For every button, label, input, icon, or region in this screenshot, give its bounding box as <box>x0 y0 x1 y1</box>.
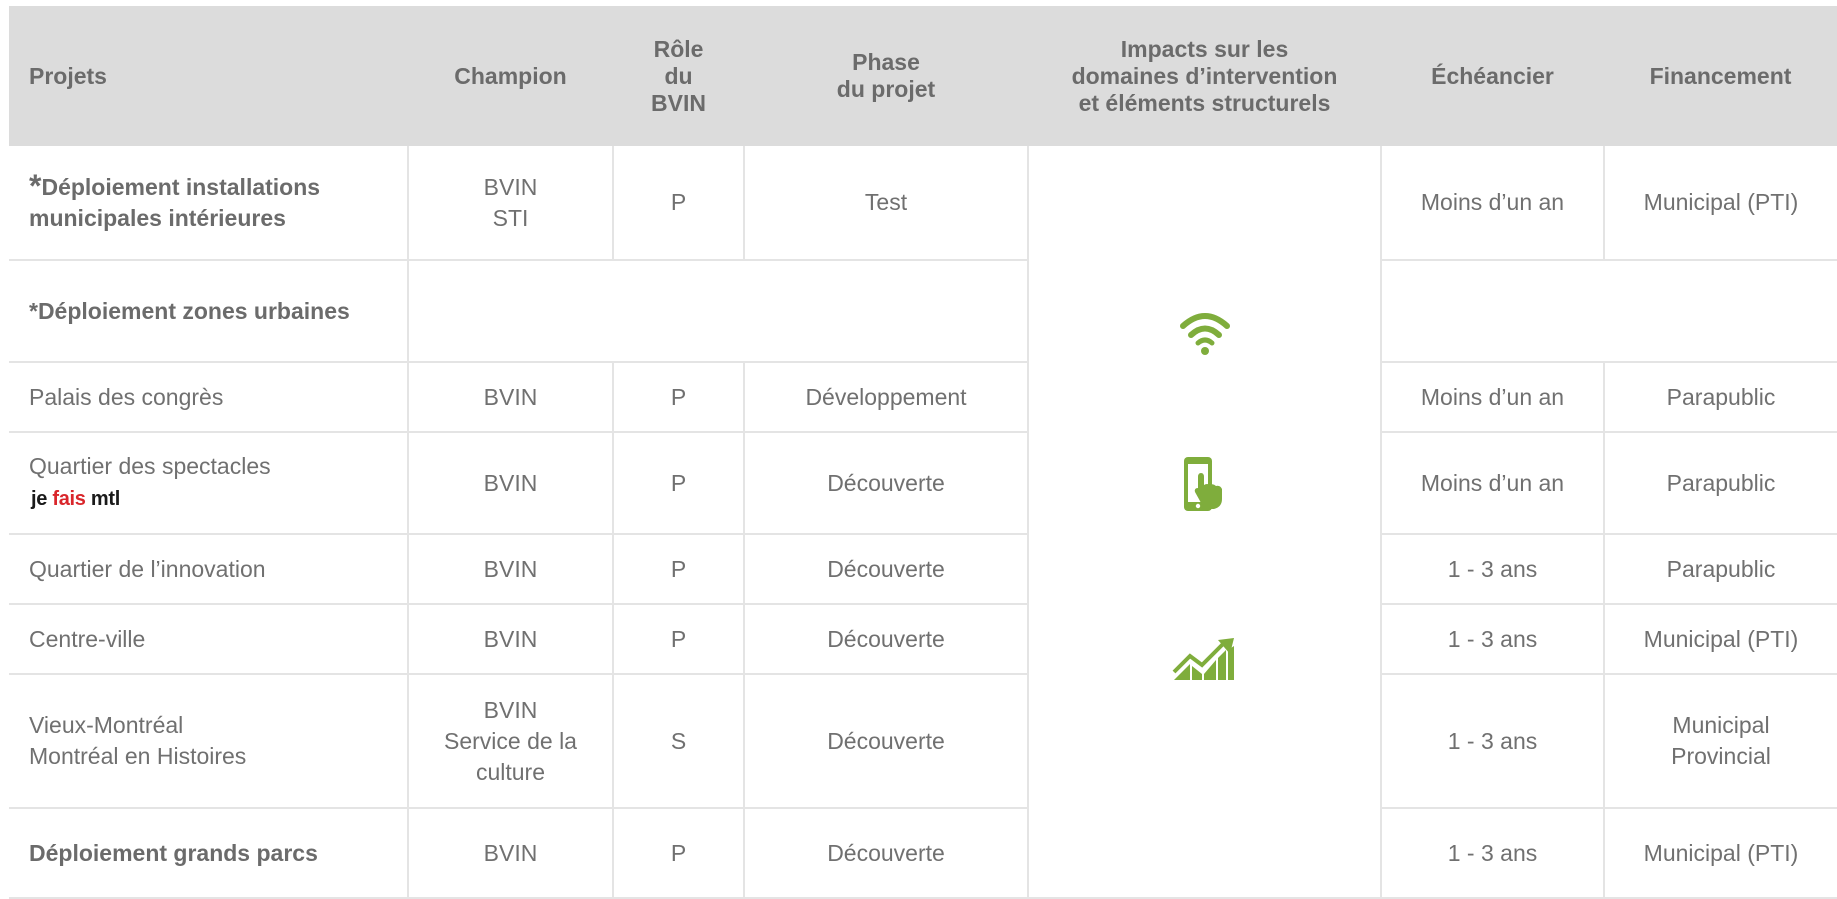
role-cell: P <box>613 808 745 899</box>
je-fais-mtl-logo: je fais mtl <box>31 488 120 510</box>
financement-cell: Parapublic <box>1604 534 1837 605</box>
wifi-icon <box>1179 313 1230 355</box>
project-cell: Déploiement grands parcs <box>9 808 409 899</box>
header-role: Rôle du BVIN <box>613 6 744 146</box>
financement-cell: Parapublic <box>1604 362 1837 433</box>
role-cell: P <box>613 362 745 433</box>
phase-cell: Découverte <box>744 808 1029 899</box>
financement-cell: Municipal Provincial <box>1604 674 1837 809</box>
table-row: Quartier des spectacles je fais mtl BVIN… <box>9 432 1837 535</box>
echeancier-cell: 1 - 3 ans <box>1381 808 1605 899</box>
asterisk: * <box>29 168 42 204</box>
echeancier-cell: 1 - 3 ans <box>1381 604 1605 675</box>
project-cell: Quartier de l’innovation <box>9 534 409 605</box>
project-cell: *Déploiement zones urbaines <box>9 260 409 363</box>
role-cell: P <box>613 604 745 675</box>
echeancier-cell: Moins d’un an <box>1381 146 1605 261</box>
table-row: Centre-ville BVIN P Découverte 1 - 3 ans… <box>9 604 1837 675</box>
phase-cell: Test <box>744 146 1029 261</box>
impacts-cell <box>1028 146 1382 899</box>
table-row: Vieux-Montréal Montréal en Histoires BVIN… <box>9 674 1837 809</box>
echeancier-cell: 1 - 3 ans <box>1381 534 1605 605</box>
project-cell: *Déploiement installations municipales i… <box>9 146 409 261</box>
table-row: Palais des congrès BVIN P Développement … <box>9 362 1837 433</box>
growth-chart-icon <box>1172 638 1234 680</box>
projects-table: Projets Champion Rôle du BVIN Phase du proj… <box>9 6 1837 899</box>
table-row: *Déploiement zones urbaines <box>9 260 1837 363</box>
role-cell: S <box>613 674 745 809</box>
header-projets: Projets <box>9 6 408 146</box>
header-echeancier: Échéancier <box>1381 6 1604 146</box>
project-cell: Quartier des spectacles je fais mtl <box>9 432 409 535</box>
financement-cell: Municipal (PTI) <box>1604 604 1837 675</box>
header-champion: Champion <box>408 6 613 146</box>
role-cell: P <box>613 146 745 261</box>
empty-cell <box>408 260 1029 363</box>
champion-cell: BVIN <box>408 808 614 899</box>
phase-cell: Développement <box>744 362 1029 433</box>
phase-cell: Découverte <box>744 604 1029 675</box>
table-row: Déploiement grands parcs BVIN P Découver… <box>9 808 1837 899</box>
table-row: Quartier de l’innovation BVIN P Découver… <box>9 534 1837 605</box>
echeancier-cell: Moins d’un an <box>1381 432 1605 535</box>
role-cell: P <box>613 534 745 605</box>
header-phase: Phase du projet <box>744 6 1028 146</box>
project-cell: Palais des congrès <box>9 362 409 433</box>
role-cell: P <box>613 432 745 535</box>
header-row: Projets Champion Rôle du BVIN Phase du proj… <box>9 6 1837 146</box>
phase-cell: Découverte <box>744 674 1029 809</box>
champion-cell: BVIN <box>408 432 614 535</box>
champion-cell: BVIN Service de la culture <box>408 674 614 809</box>
champion-cell: BVIN <box>408 534 614 605</box>
header-impacts: Impacts sur les domaines d’intervention et… <box>1028 6 1381 146</box>
financement-cell: Parapublic <box>1604 432 1837 535</box>
financement-cell: Municipal (PTI) <box>1604 808 1837 899</box>
smartphone-touch-icon <box>1183 457 1222 511</box>
champion-cell: BVIN STI <box>408 146 614 261</box>
project-cell: Centre-ville <box>9 604 409 675</box>
empty-cell <box>1381 260 1837 363</box>
phase-cell: Découverte <box>744 534 1029 605</box>
champion-cell: BVIN <box>408 362 614 433</box>
phase-cell: Découverte <box>744 432 1029 535</box>
header-financement: Financement <box>1604 6 1837 146</box>
table-row: *Déploiement installations municipales i… <box>9 146 1837 899</box>
project-cell: Vieux-Montréal Montréal en Histoires <box>9 674 409 809</box>
echeancier-cell: 1 - 3 ans <box>1381 674 1605 809</box>
echeancier-cell: Moins d’un an <box>1381 362 1605 433</box>
financement-cell: Municipal (PTI) <box>1604 146 1837 261</box>
champion-cell: BVIN <box>408 604 614 675</box>
